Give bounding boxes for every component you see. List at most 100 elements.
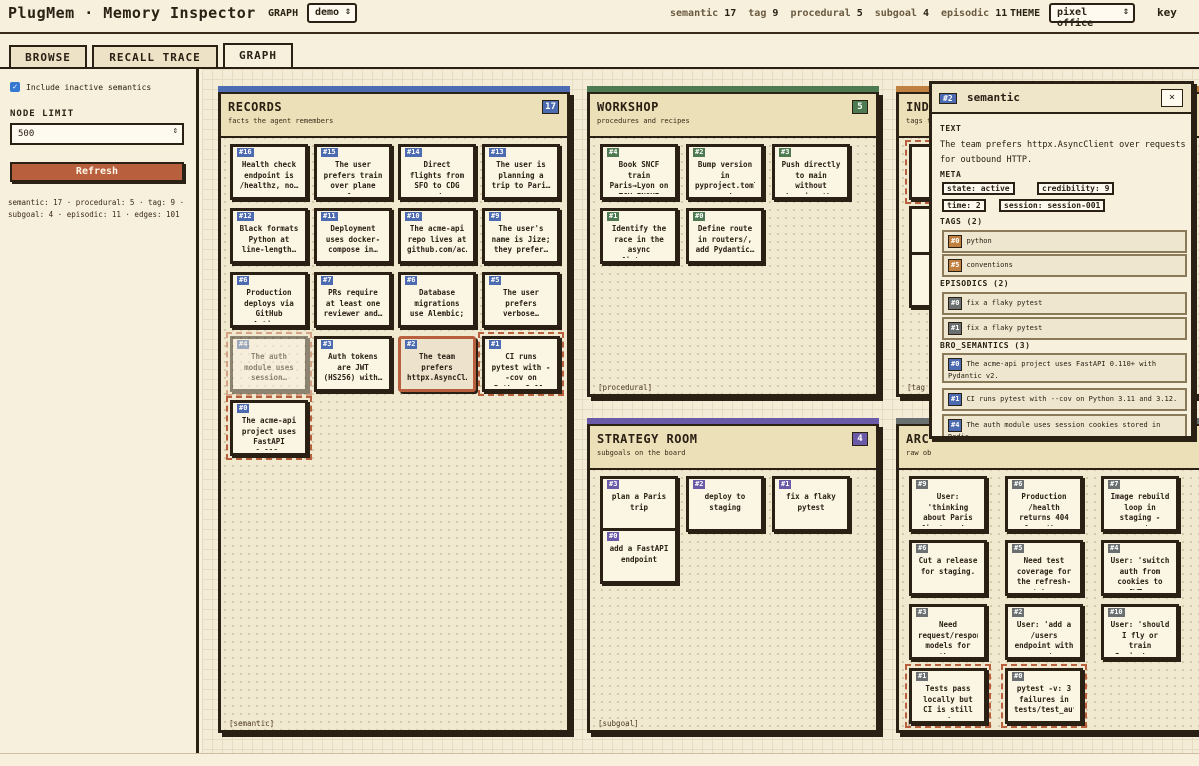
graph-node[interactable]: #3 Auth tokens are JWT (HS256) with…: [314, 336, 392, 392]
graph-node[interactable]: #6 Production /health returns 404 from th…: [1005, 476, 1083, 532]
checkbox-checked-icon[interactable]: ✓: [10, 82, 20, 92]
graph-node[interactable]: #4 User: 'switch auth from cookies to JWT…: [1101, 540, 1179, 596]
node-label: pytest -v: 3 failures in tests/test_aut…: [1014, 684, 1074, 714]
room-footer: [tag: [907, 383, 926, 392]
graph-node[interactable]: #1 CI runs pytest with --cov on Python 3.…: [478, 332, 564, 396]
meta-credibility: credibility: 9: [1037, 182, 1115, 195]
graph-node[interactable]: #12 Black formats Python at line-length…: [230, 208, 308, 264]
node-id-badge: #5: [489, 276, 502, 285]
graph-node[interactable]: #6 Cut a release for staging.: [909, 540, 987, 596]
graph-node[interactable]: #14 Direct flights from SFO to CDG run ab…: [398, 144, 476, 200]
room-count-badge: 17: [542, 100, 559, 114]
node-label: Deployment uses docker-compose in…: [325, 224, 381, 254]
related-node-row[interactable]: #5 conventions: [942, 254, 1187, 277]
graph-node[interactable]: #10 User: 'should I fly or train Paris→Ly…: [1101, 604, 1179, 660]
node-id-badge: #6: [405, 276, 418, 285]
graph-node[interactable]: #11 Deployment uses docker-compose in…: [314, 208, 392, 264]
bottom-bar: [0, 753, 1199, 766]
room-color-stripe: [218, 86, 570, 92]
graph-select[interactable]: demo ⇕: [307, 3, 357, 23]
room-subtitle: procedures and recipes: [597, 117, 690, 125]
graph-node[interactable]: #6 Production deploys via GitHub Action…: [230, 272, 308, 328]
node-label: Define route in routers/, add Pydantic…: [695, 224, 755, 254]
node-label: User: 'should I fly or train Paris→Lyon…: [1110, 620, 1170, 654]
room-workshop: WORKSHOP procedures and recipes 5 [procedur…: [587, 86, 879, 397]
node-id-badge: #10: [1108, 608, 1125, 617]
graph-node[interactable]: #2 deploy to staging: [686, 476, 764, 532]
node-label: Cut a release for staging.: [918, 556, 978, 576]
graph-node[interactable]: #2 The team prefers httpx.AsyncCl…: [398, 336, 476, 392]
node-limit-value: 500: [18, 129, 35, 139]
graph-node[interactable]: #0 pytest -v: 3 failures in tests/test_au…: [1001, 664, 1087, 728]
room-footer: [procedural]: [598, 383, 653, 392]
app-header: PlugMem · Memory Inspector GRAPH demo ⇕ s…: [0, 0, 1199, 34]
stepper-icon[interactable]: ⇕: [173, 126, 178, 136]
node-label: Black formats Python at line-length…: [239, 224, 299, 254]
refresh-button[interactable]: Refresh: [10, 162, 184, 182]
node-label: Need request/response models for the…: [918, 620, 978, 654]
meta-section-label: META: [940, 170, 962, 179]
graph-node[interactable]: #6 Database migrations use Alembic; neve…: [398, 272, 476, 328]
meta-state: state: active: [942, 182, 1015, 195]
room-footer: [semantic]: [229, 719, 275, 728]
graph-node[interactable]: #3 plan a Paris trip: [600, 476, 678, 532]
related-node-id: #4: [948, 419, 963, 432]
related-node-row[interactable]: #0 python: [942, 230, 1187, 253]
room-header: RECORDS facts the agent remembers 17: [221, 94, 567, 138]
graph-node[interactable]: #16 Health check endpoint is /healthz, no…: [230, 144, 308, 200]
related-node-row[interactable]: #4 The auth module uses session cookies s…: [942, 414, 1187, 436]
related-node-row[interactable]: #1 fix a flaky pytest: [942, 317, 1187, 340]
room-header: WORKSHOP procedures and recipes 5: [590, 94, 876, 138]
node-id-badge: #10: [405, 212, 422, 221]
tab-browse[interactable]: BROWSE: [9, 45, 87, 67]
node-id-badge: #12: [237, 212, 254, 221]
graph-node[interactable]: #1 fix a flaky pytest: [772, 476, 850, 532]
graph-node[interactable]: #4 Book SNCF train Paris→Lyon on TGV INOU…: [600, 144, 678, 200]
room-title: RECORDS: [228, 100, 283, 114]
related-node-row[interactable]: #0 The acme-api project uses FastAPI 0.11…: [942, 353, 1187, 383]
room-count-badge: 5: [852, 100, 868, 114]
include-inactive-toggle[interactable]: ✓ Include inactive semantics: [10, 82, 151, 92]
graph-node[interactable]: #7 PRs require at least one reviewer and…: [314, 272, 392, 328]
graph-node[interactable]: #7 Image rebuild loop in staging - same t…: [1101, 476, 1179, 532]
room-title: ARC: [906, 432, 930, 446]
graph-node[interactable]: #15 The user prefers train over plane fo…: [314, 144, 392, 200]
related-node-id: #0: [948, 297, 963, 310]
graph-node[interactable]: #9 User: 'thinking about Paris first week…: [909, 476, 987, 532]
graph-stats: semantic: 17 · procedural: 5 · tag: 9 · …: [8, 198, 185, 219]
tab-recall-trace[interactable]: RECALL TRACE: [92, 45, 218, 67]
node-limit-label: NODE LIMIT: [10, 109, 75, 119]
node-id-badge: #0: [693, 212, 706, 221]
graph-node[interactable]: #3 Need request/response models for the…: [909, 604, 987, 660]
graph-node[interactable]: #1 Identify the race in the async fixture…: [600, 208, 678, 264]
node-label: The team prefers httpx.AsyncCl…: [407, 352, 467, 382]
chevron-updown-icon: ⇕: [1122, 6, 1129, 17]
graph-node[interactable]: #4 The auth module uses session…: [226, 332, 312, 396]
graph-node[interactable]: #10 The acme-api repo lives at github.com…: [398, 208, 476, 264]
meta-time: time: 2: [942, 199, 986, 212]
inspector-node-id: #2: [939, 93, 957, 104]
graph-node[interactable]: #0 Define route in routers/, add Pydantic…: [686, 208, 764, 264]
related-node-row[interactable]: #0 fix a flaky pytest: [942, 292, 1187, 315]
node-id-badge: #6: [1012, 480, 1025, 489]
graph-node[interactable]: #2 Bump version in pyproject.toml, push a…: [686, 144, 764, 200]
graph-node[interactable]: #2 User: 'add a /users endpoint with crea…: [1005, 604, 1083, 660]
key-button[interactable]: key: [1157, 6, 1177, 19]
graph-node[interactable]: #9 The user's name is Jize; they prefer…: [482, 208, 560, 264]
graph-node[interactable]: #0 The acme-api project uses FastAPI 0.11…: [226, 396, 312, 460]
node-label: The user prefers verbose…: [502, 288, 540, 318]
node-label: User: 'add a /users endpoint with creat…: [1014, 620, 1074, 654]
graph-node[interactable]: #0 add a FastAPI endpoint: [600, 528, 678, 584]
theme-select[interactable]: pixel office ⇕: [1049, 3, 1135, 29]
graph-node[interactable]: #5 The user prefers verbose…: [482, 272, 560, 328]
graph-node[interactable]: #13 The user is planning a trip to Pari…: [482, 144, 560, 200]
graph-node[interactable]: #1 Tests pass locally but CI is still red…: [905, 664, 991, 728]
related-node-text: fix a flaky pytest: [966, 324, 1043, 332]
close-icon[interactable]: ×: [1161, 89, 1183, 107]
node-limit-input[interactable]: 500 ⇕: [10, 123, 184, 145]
tab-graph[interactable]: GRAPH: [223, 43, 293, 69]
graph-node[interactable]: #5 Need test coverage for the refresh-tok…: [1005, 540, 1083, 596]
graph-node[interactable]: #3 Push directly to main without bumping …: [772, 144, 850, 200]
related-node-row[interactable]: #1 CI runs pytest with --cov on Python 3.…: [942, 388, 1187, 411]
node-label: fix a flaky pytest: [786, 492, 836, 512]
